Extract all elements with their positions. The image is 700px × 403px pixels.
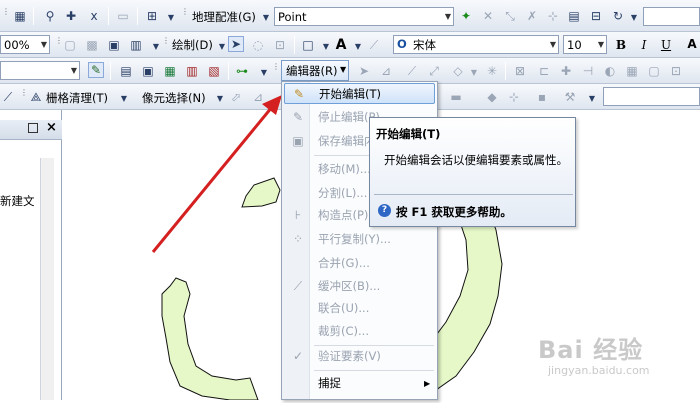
menu-item-merge[interactable]: 合并(G)... — [284, 253, 435, 274]
save-icon: ▣ — [292, 134, 304, 148]
menu-item-label: 移动(M)... — [318, 162, 371, 176]
menu-item-snapping[interactable]: 捕捉 ▶ — [284, 373, 435, 394]
menu-item-buffer[interactable]: ⟋ 缓冲区(B)... — [284, 276, 435, 297]
watermark-url: jingyan.baidu.com — [548, 364, 650, 377]
submenu-arrow-icon: ▶ — [424, 379, 431, 388]
watermark: Bai 经验 jingyan.baidu.com — [538, 336, 668, 386]
menu-item-union[interactable]: 联合(U)... — [284, 298, 435, 319]
menu-item-label: 验证要素(V) — [318, 349, 381, 363]
menu-item-label: 合并(G)... — [318, 256, 370, 270]
copy-parallel-icon: ⁘ — [292, 232, 304, 246]
menu-item-label: 联合(U)... — [318, 301, 370, 315]
tooltip-body: 开始编辑会话以便编辑要素或属性。 — [384, 153, 568, 167]
menu-item-label: 缓冲区(B)... — [318, 279, 381, 293]
menu-item-label: 裁剪(C)... — [318, 324, 369, 338]
menu-item-label: 平行复制(Y)... — [318, 232, 391, 246]
watermark-logo-text: Bai 经验 — [538, 336, 644, 364]
construct-points-icon: ⊦ — [294, 208, 302, 222]
stop-edit-icon: ✎ — [292, 110, 304, 124]
pencil-icon: ✎ — [293, 87, 305, 101]
tooltip-help: 按 F1 获取更多帮助。 — [396, 205, 512, 219]
menu-item-label: 开始编辑(T) — [319, 87, 381, 101]
menu-item-label: 分割(L)... — [318, 186, 368, 200]
menu-separator — [314, 370, 434, 371]
help-icon: ? — [378, 204, 391, 217]
tooltip-title: 开始编辑(T) — [376, 127, 441, 141]
validate-icon: ✓ — [292, 349, 304, 363]
menu-item-validate-features[interactable]: ✓ 验证要素(V) — [284, 346, 435, 367]
menu-item-clip[interactable]: 裁剪(C)... — [284, 321, 435, 342]
tooltip-divider — [374, 194, 573, 195]
menu-item-label: 捕捉 — [318, 376, 341, 390]
buffer-icon: ⟋ — [293, 279, 303, 293]
menu-item-copy-parallel[interactable]: ⁘ 平行复制(Y)... — [284, 229, 435, 250]
menu-item-start-editing[interactable]: ✎ 开始编辑(T) — [284, 83, 435, 104]
start-editing-tooltip: 开始编辑(T) 开始编辑会话以便编辑要素或属性。 ? 按 F1 获取更多帮助。 — [369, 117, 576, 227]
